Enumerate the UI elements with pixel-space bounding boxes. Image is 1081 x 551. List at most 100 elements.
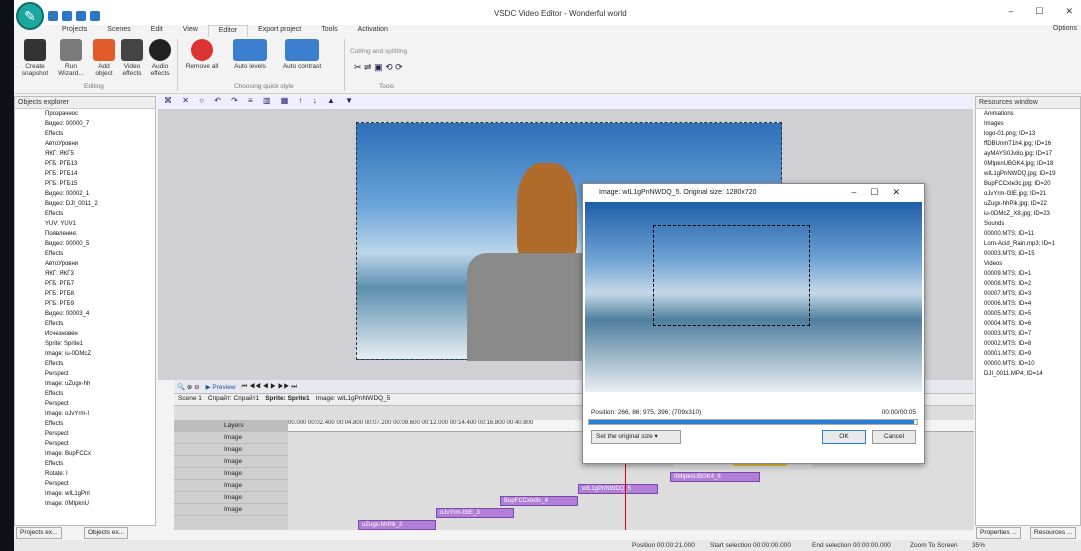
auto-contrast-button[interactable]: Auto contrast (274, 39, 330, 70)
save-icon[interactable] (76, 11, 86, 21)
tree-item[interactable]: Effects (45, 419, 155, 429)
layer-row[interactable]: Image (174, 492, 288, 504)
zoom-icon[interactable]: 🔍 ⊕ ⊖ (177, 383, 200, 391)
timeline-clip[interactable]: wIL1gPnNWDQ_5 (578, 484, 658, 494)
tree-item[interactable]: Image: iu-0DMcZ (45, 349, 155, 359)
tree-item[interactable]: uZugx-hhPik.jpg; ID=22 (984, 199, 1080, 209)
tree-item[interactable]: 00005.MTS; ID=5 (984, 309, 1080, 319)
tree-item[interactable]: Images (984, 119, 1080, 129)
properties-tab[interactable]: Properties ... (976, 527, 1021, 539)
record-icon[interactable] (90, 11, 100, 21)
tree-item[interactable]: Perspect (45, 399, 155, 409)
tree-item[interactable]: Image: BupFCCx (45, 449, 155, 459)
tree-item[interactable]: 00000.MTS; ID=11 (984, 229, 1080, 239)
transport-icon[interactable]: ⏮ ◀◀ ◀ ▶ ▶▶ ⏭ (242, 383, 298, 391)
tree-item[interactable]: Sounds (984, 219, 1080, 229)
tab-sprite-ru[interactable]: Спрайт: Спрайт1 (208, 395, 259, 404)
tree-item[interactable]: АвтоУровни (45, 259, 155, 269)
tree-item[interactable]: Effects (45, 389, 155, 399)
minimize-icon[interactable]: – (1008, 6, 1013, 17)
tree-item[interactable]: Появление: (45, 229, 155, 239)
layer-row[interactable]: Image (174, 456, 288, 468)
tree-item[interactable]: Image: wIL1gPnl (45, 489, 155, 499)
add-object-button[interactable]: Add object (90, 39, 118, 77)
tab-sprite1[interactable]: Sprite: Sprite1 (265, 395, 309, 404)
close-icon[interactable]: ✕ (1065, 6, 1073, 17)
tree-item[interactable]: Effects (45, 459, 155, 469)
resources-tab[interactable]: Resources ... (1030, 527, 1077, 539)
tree-item[interactable]: ЯКГ: ЯКГ3 (45, 269, 155, 279)
remove-all-button[interactable]: Remove all (182, 39, 222, 70)
tree-item[interactable]: Видео: 00000_7 (45, 119, 155, 129)
timeline-clip[interactable]: uZugx-hhPik_2 (358, 520, 436, 530)
dialog-progress[interactable] (588, 419, 918, 425)
tree-item[interactable]: oJvYrm-I3IE.jpg; ID=21 (984, 189, 1080, 199)
tree-item[interactable]: 00004.MTS; ID=6 (984, 319, 1080, 329)
layer-row[interactable]: Image (174, 480, 288, 492)
tree-item[interactable]: BupFCCxIe3c.jpg; ID=20 (984, 179, 1080, 189)
cancel-button[interactable]: Cancel (872, 430, 916, 444)
tree-item[interactable]: 00000.MTS; ID=10 (984, 359, 1080, 369)
tree-item[interactable]: РГБ: РГБ9 (45, 299, 155, 309)
crop-selection[interactable] (653, 225, 810, 326)
layer-row[interactable]: Image (174, 432, 288, 444)
tree-item[interactable]: Image: oJvYrm-I (45, 409, 155, 419)
tree-item[interactable]: Видео: 00003_4 (45, 309, 155, 319)
layer-row[interactable]: Image (174, 444, 288, 456)
run-wizard-button[interactable]: Run Wizard... (54, 39, 88, 77)
timeline-clip[interactable]: BupFCCxIe3c_4 (500, 496, 578, 506)
new-icon[interactable] (48, 11, 58, 21)
tab-scene1[interactable]: Scene 1 (178, 395, 202, 404)
maximize-icon[interactable]: ☐ (1035, 6, 1043, 17)
tree-item[interactable]: Image: uZugx-hh (45, 379, 155, 389)
tree-item[interactable]: Effects (45, 359, 155, 369)
cutting-splitting-button[interactable]: Cutting and splitting (350, 48, 407, 55)
tree-item[interactable]: РГБ: РГБ15 (45, 179, 155, 189)
tree-item[interactable]: 00006.MTS; ID=4 (984, 299, 1080, 309)
tree-item[interactable]: Видео: 00002_1 (45, 189, 155, 199)
tree-item[interactable]: 00002.MTS; ID=8 (984, 339, 1080, 349)
video-effects-button[interactable]: Video effects (118, 39, 146, 77)
open-icon[interactable] (62, 11, 72, 21)
tree-item[interactable]: Sprite: Sprite1 (45, 339, 155, 349)
tree-item[interactable]: ayMAYS0Jv8o.jpg; ID=17 (984, 149, 1080, 159)
options-button[interactable]: Options (1053, 25, 1077, 32)
tree-item[interactable]: Image: 0MIpknU (45, 499, 155, 509)
menu-projects[interactable]: Projects (52, 25, 97, 37)
tree-item[interactable]: Lorn-Acid_Rain.mp3; ID=1 (984, 239, 1080, 249)
tree-item[interactable]: РГБ: РГБ13 (45, 159, 155, 169)
audio-effects-button[interactable]: Audio effects (146, 39, 174, 77)
tree-item[interactable]: Прозрачнос (45, 109, 155, 119)
create-snapshot-button[interactable]: Create snapshot (18, 39, 52, 77)
tree-item[interactable]: Videos (984, 259, 1080, 269)
menu-activation[interactable]: Activation (348, 25, 398, 37)
tree-item[interactable]: ЯКГ: ЯКГ5 (45, 149, 155, 159)
tree-item[interactable]: Effects (45, 209, 155, 219)
preview-button[interactable]: ▶ Preview (206, 383, 236, 391)
objects-explorer-tab[interactable]: Objects ex... (84, 527, 129, 539)
auto-levels-button[interactable]: Auto levels (230, 39, 270, 70)
tree-item[interactable]: Perspect (45, 479, 155, 489)
menu-edit[interactable]: Edit (141, 25, 173, 37)
tree-item[interactable]: 00008.MTS; ID=2 (984, 279, 1080, 289)
menu-editor[interactable]: Editor (207, 25, 249, 37)
tree-item[interactable]: РГБ: РГБ14 (45, 169, 155, 179)
tree-item[interactable]: YUV: YUV1 (45, 219, 155, 229)
tree-item[interactable]: 00009.MTS; ID=1 (984, 269, 1080, 279)
tree-item[interactable]: Perspect (45, 429, 155, 439)
crop-icon[interactable]: ✂ ⇌ ▣ ⟲ ⟳ (354, 62, 403, 72)
tree-item[interactable]: Видео: DJI_0011_2 (45, 199, 155, 209)
tree-item[interactable]: Effects (45, 319, 155, 329)
tree-item[interactable]: Perspect (45, 439, 155, 449)
layer-row[interactable]: Image (174, 504, 288, 516)
tree-item[interactable]: 00003.MTS; ID=15 (984, 249, 1080, 259)
menu-view[interactable]: View (173, 25, 208, 37)
layer-row[interactable]: Image (174, 468, 288, 480)
set-original-size-select[interactable]: Set the original size ▾ (591, 430, 681, 444)
menu-export[interactable]: Export project (248, 25, 311, 37)
tree-item[interactable]: 00001.MTS; ID=9 (984, 349, 1080, 359)
status-zoom-button[interactable]: Zoom To Screen (910, 542, 958, 549)
projects-explorer-tab[interactable]: Projects ex... (16, 527, 62, 539)
tree-item[interactable]: Perspect (45, 369, 155, 379)
tree-item[interactable]: 0MIpknUBGK4.jpg; ID=18 (984, 159, 1080, 169)
